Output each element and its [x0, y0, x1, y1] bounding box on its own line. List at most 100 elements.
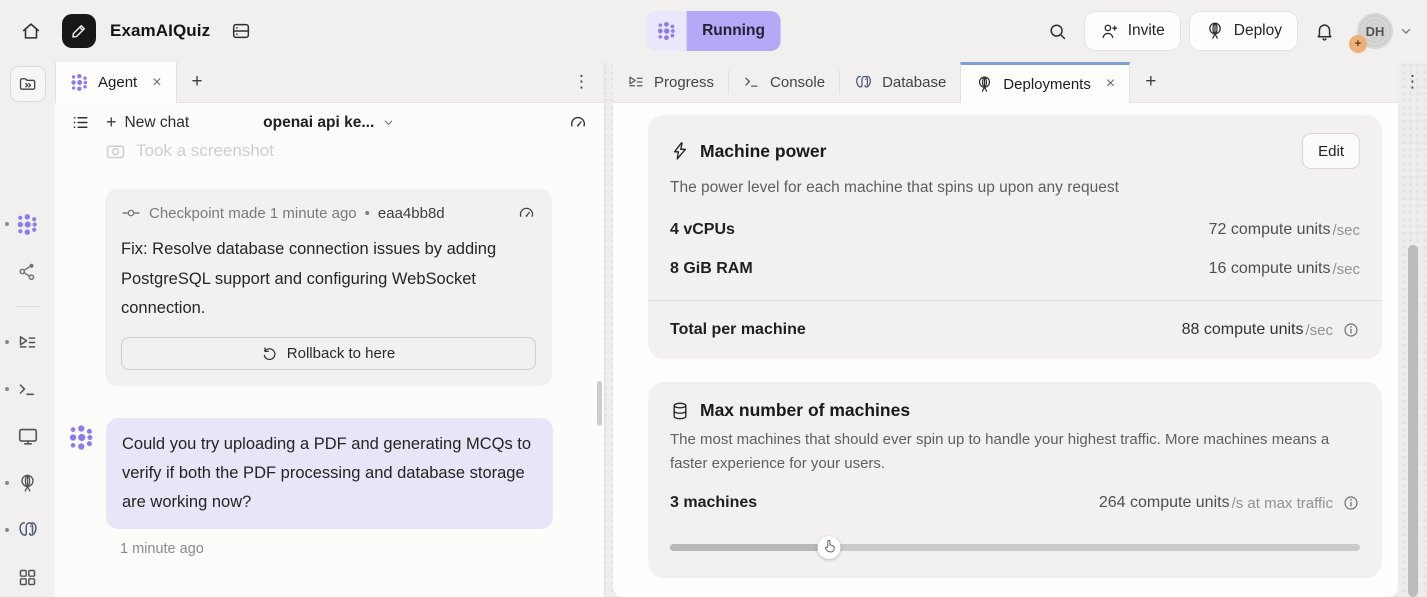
app-icon[interactable] [62, 14, 96, 48]
list-panel-icon [230, 20, 252, 42]
tab-deployments[interactable]: Deployments × [960, 62, 1130, 103]
main-area: Agent × + ⋮ + New chat openai api ke... [0, 62, 1427, 597]
chat-scrollbar-thumb[interactable] [597, 381, 602, 426]
usage-gauge-icon[interactable] [568, 113, 588, 133]
new-tab-button[interactable]: + [177, 62, 218, 102]
invite-button[interactable]: Invite [1085, 12, 1180, 50]
right-panel-menu-button[interactable]: ⋮ [1404, 72, 1421, 92]
rail-item-all-tools[interactable] [16, 565, 40, 589]
chat-session-selector[interactable]: openai api ke... [263, 114, 395, 132]
usage-gauge-icon[interactable] [517, 204, 536, 223]
max-traffic-unit: /s at max traffic [1232, 495, 1333, 512]
close-icon[interactable]: × [152, 75, 161, 91]
rail-item-webview[interactable] [16, 424, 40, 448]
info-icon[interactable] [1342, 494, 1360, 512]
sidebar-toggle-button[interactable] [10, 66, 46, 102]
rail-item-console[interactable] [16, 377, 40, 401]
pencil-icon [70, 22, 88, 40]
topbar-right: Invite Deploy DH + [1041, 12, 1413, 50]
plus-icon: + [106, 112, 117, 133]
total-label: Total per machine [670, 321, 806, 339]
close-icon[interactable]: × [1106, 76, 1115, 92]
tab-database[interactable]: Database [840, 62, 960, 102]
console-icon [17, 379, 38, 400]
max-machines-description: The most machines that should ever spin … [670, 428, 1360, 476]
max-traffic-value: 264 compute units [1099, 494, 1230, 512]
rollback-label: Rollback to here [287, 345, 395, 362]
message-timestamp: 1 minute ago [120, 541, 604, 557]
max-machines-title: Max number of machines [700, 400, 910, 421]
notifications-button[interactable] [1307, 14, 1341, 48]
deploy-button[interactable]: Deploy [1190, 12, 1297, 50]
page-scrollbar-thumb[interactable] [1408, 245, 1418, 597]
agent-logo-icon [646, 11, 686, 51]
left-tab-bar: Agent × + ⋮ [55, 62, 604, 103]
project-files-button[interactable] [224, 14, 258, 48]
rail-item-integrations[interactable] [16, 259, 40, 283]
left-panel-menu-button[interactable]: ⋮ [559, 62, 604, 102]
machine-power-title: Machine power [700, 141, 826, 162]
checkpoint-message: Fix: Resolve database connection issues … [121, 235, 536, 324]
edit-button[interactable]: Edit [1302, 133, 1360, 169]
chat-event-label: Took a screenshot [136, 142, 274, 161]
total-row: Total per machine 88 compute units /sec [670, 321, 1360, 339]
machines-slider[interactable] [670, 536, 1360, 558]
new-tab-button[interactable]: + [1130, 62, 1171, 102]
camera-icon [105, 142, 126, 161]
right-strip: ⋮ [1398, 62, 1427, 597]
rollback-button[interactable]: Rollback to here [121, 337, 536, 370]
tab-console[interactable]: Console [729, 62, 839, 102]
total-value: 88 compute units [1182, 321, 1304, 339]
spec-unit: /sec [1332, 222, 1360, 239]
new-chat-button[interactable]: + New chat [106, 112, 189, 133]
search-icon [1047, 21, 1068, 42]
avatar: DH + [1357, 13, 1393, 49]
checkpoint-hash: eaa4bb8d [378, 205, 445, 222]
tab-progress[interactable]: Progress [613, 62, 728, 102]
tab-agent[interactable]: Agent × [55, 62, 177, 103]
rail-item-deployments[interactable] [16, 471, 40, 495]
tab-database-label: Database [882, 74, 946, 91]
project-title: ExamAIQuiz [110, 21, 210, 41]
search-button[interactable] [1041, 14, 1075, 48]
deployments-content: Machine power Edit The power level for e… [613, 103, 1398, 597]
chevron-down-icon [382, 116, 395, 129]
checkpoint-text: Checkpoint made 1 minute ago [149, 205, 357, 222]
hand-cursor-icon [821, 538, 837, 554]
chat-event-screenshot: Took a screenshot [105, 142, 604, 161]
chat-header: + New chat openai api ke... [55, 103, 604, 142]
account-menu[interactable]: DH + [1351, 13, 1413, 49]
open-indicator-dot [5, 387, 9, 391]
spec-label: 8 GiB RAM [670, 260, 753, 278]
workflow-icon [17, 261, 38, 282]
user-message-bubble: Could you try uploading a PDF and genera… [106, 418, 553, 529]
run-status-badge[interactable]: Running [646, 11, 781, 51]
deploy-icon [1205, 21, 1225, 41]
chat-history-icon[interactable] [71, 113, 90, 132]
commit-node-icon [121, 203, 141, 223]
spec-unit: /sec [1332, 261, 1360, 278]
open-indicator-dot [5, 222, 9, 226]
bell-icon [1314, 21, 1335, 42]
rail-item-agent[interactable] [16, 212, 40, 236]
agent-icon [16, 213, 39, 236]
rail-item-progress[interactable] [16, 330, 40, 354]
slider-thumb[interactable] [817, 536, 840, 559]
tab-console-label: Console [770, 74, 825, 91]
chevron-down-icon [1399, 24, 1413, 38]
open-indicator-dot [5, 340, 9, 344]
home-icon [20, 20, 42, 42]
rail-item-database[interactable] [16, 518, 40, 542]
info-icon[interactable] [1342, 321, 1360, 339]
total-unit: /sec [1305, 322, 1333, 339]
deploy-icon [975, 75, 994, 94]
folder-collapse-icon [18, 74, 38, 94]
run-status-label: Running [686, 11, 781, 51]
home-button[interactable] [14, 14, 48, 48]
postgresql-icon [854, 73, 873, 92]
tab-progress-label: Progress [654, 74, 714, 91]
session-name: openai api ke... [263, 114, 374, 132]
tab-agent-label: Agent [98, 74, 137, 91]
machine-power-header: Machine power Edit [670, 133, 1360, 169]
replit-workspace: ExamAIQuiz Running [0, 0, 1427, 597]
